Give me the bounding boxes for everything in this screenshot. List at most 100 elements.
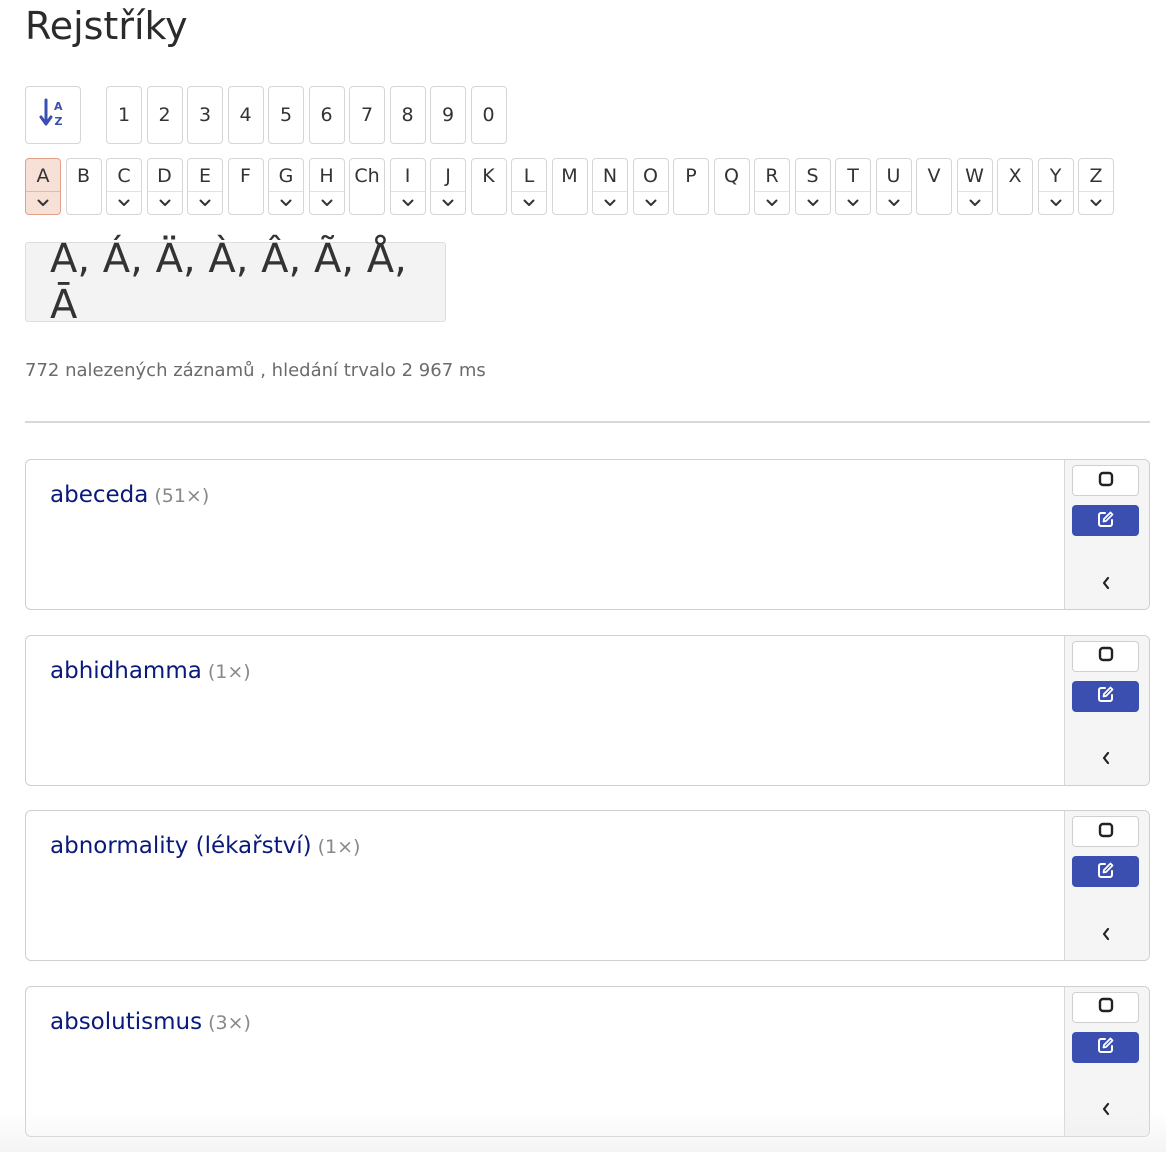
- chevron-down-icon[interactable]: [1079, 191, 1113, 214]
- letter-button-k[interactable]: K: [470, 158, 507, 215]
- letter-button-p[interactable]: P: [673, 158, 709, 215]
- results-summary: 772 nalezených záznamů , hledání trvalo …: [25, 360, 486, 381]
- chevron-down-icon[interactable]: [26, 191, 60, 214]
- chevron-down-icon[interactable]: [795, 191, 830, 214]
- entry-term[interactable]: abnormality (lékařství) (1×): [50, 833, 360, 859]
- sort-alpha-down-icon: A Z: [39, 97, 67, 133]
- entry-term-link[interactable]: abeceda: [50, 482, 148, 508]
- chevron-down-icon[interactable]: [147, 191, 182, 214]
- letter-label: N: [602, 165, 618, 187]
- chevron-down-icon[interactable]: [269, 191, 303, 214]
- divider: [25, 421, 1150, 423]
- entry-term[interactable]: abhidhamma (1×): [50, 658, 251, 684]
- letter-button-a[interactable]: A: [25, 158, 61, 215]
- letter-button-q[interactable]: Q: [713, 158, 750, 215]
- letter-button-u[interactable]: U: [875, 158, 912, 215]
- edit-button[interactable]: [1072, 1031, 1139, 1063]
- svg-text:A: A: [54, 100, 63, 113]
- chevron-down-icon[interactable]: [431, 191, 465, 214]
- digit-button-0[interactable]: 0: [470, 86, 507, 144]
- letter-button-d[interactable]: D: [146, 158, 183, 215]
- letter-label: S: [806, 165, 819, 187]
- digit-button-6[interactable]: 6: [308, 86, 345, 144]
- entry-term-link[interactable]: abhidhamma: [50, 658, 202, 684]
- select-button[interactable]: [1072, 991, 1139, 1023]
- entry-term[interactable]: abeceda (51×): [50, 482, 209, 508]
- letter-button-i[interactable]: I: [389, 158, 426, 215]
- entry-term[interactable]: absolutismus (3×): [50, 1009, 251, 1035]
- letter-button-g[interactable]: G: [268, 158, 304, 215]
- chevron-down-icon[interactable]: [188, 191, 222, 214]
- chevron-down-icon[interactable]: [512, 191, 546, 214]
- entry-actions: [1064, 811, 1149, 961]
- expand-button[interactable]: [1072, 744, 1139, 776]
- entry-term-link[interactable]: abnormality (lékařství): [50, 833, 312, 859]
- entry-body: absolutismus (3×): [26, 987, 1065, 1136]
- chevron-down-icon[interactable]: [1038, 191, 1073, 214]
- letter-variants: A, Á, Ä, À, Â, Ã, Å, Ā: [25, 236, 446, 328]
- digit-button-8[interactable]: 8: [389, 86, 426, 144]
- chevron-down-icon[interactable]: [836, 191, 870, 214]
- letter-button-l[interactable]: L: [511, 158, 547, 215]
- expand-button[interactable]: [1072, 568, 1139, 600]
- digit-button-3[interactable]: 3: [187, 86, 223, 144]
- edit-button[interactable]: [1072, 856, 1139, 888]
- digit-button-2[interactable]: 2: [146, 86, 183, 144]
- edit-button[interactable]: [1072, 505, 1139, 536]
- expand-button[interactable]: [1072, 1095, 1139, 1127]
- letter-button-c[interactable]: C: [106, 158, 142, 215]
- digit-button-7[interactable]: 7: [349, 86, 385, 144]
- edit-icon: [1097, 1036, 1115, 1058]
- chevron-down-icon[interactable]: [390, 191, 425, 214]
- letter-label: B: [76, 165, 91, 187]
- letter-button-t[interactable]: T: [835, 158, 871, 215]
- digit-button-1[interactable]: 1: [106, 86, 142, 144]
- letter-button-z[interactable]: Z: [1078, 158, 1114, 215]
- letter-label: M: [561, 165, 578, 187]
- chevron-down-icon[interactable]: [593, 191, 627, 214]
- letter-button-h[interactable]: H: [308, 158, 345, 215]
- entry-count: (1×): [207, 660, 251, 683]
- chevron-down-icon[interactable]: [107, 191, 141, 214]
- letter-button-n[interactable]: N: [592, 158, 628, 215]
- letter-button-e[interactable]: E: [187, 158, 223, 215]
- digit-button-5[interactable]: 5: [268, 86, 304, 144]
- letter-button-j[interactable]: J: [430, 158, 466, 215]
- select-button[interactable]: [1072, 816, 1139, 848]
- edit-button[interactable]: [1072, 680, 1139, 712]
- digit-button-9[interactable]: 9: [430, 86, 466, 144]
- entry-body: abhidhamma (1×): [26, 636, 1065, 785]
- expand-button[interactable]: [1072, 919, 1139, 951]
- letter-button-ch[interactable]: Ch: [349, 158, 385, 215]
- digit-button-4[interactable]: 4: [227, 86, 264, 144]
- letter-label: Y: [1049, 165, 1062, 187]
- entry-count: (1×): [317, 836, 361, 859]
- letter-button-s[interactable]: S: [794, 158, 831, 215]
- letter-button-m[interactable]: M: [551, 158, 588, 215]
- entry-count: (3×): [208, 1011, 251, 1034]
- chevron-down-icon[interactable]: [755, 191, 789, 214]
- letter-label: I: [404, 165, 411, 187]
- chevron-down-icon[interactable]: [876, 191, 911, 214]
- letter-button-w[interactable]: W: [956, 158, 993, 215]
- entry-actions: [1064, 635, 1149, 785]
- chevron-down-icon[interactable]: [309, 191, 344, 214]
- edit-icon: [1097, 510, 1115, 532]
- sort-button[interactable]: A Z: [25, 86, 81, 144]
- letter-button-o[interactable]: O: [632, 158, 669, 215]
- letter-button-x[interactable]: X: [997, 158, 1033, 215]
- chevron-down-icon[interactable]: [957, 191, 992, 214]
- digit-filter: 1234567890: [106, 86, 511, 144]
- select-button[interactable]: [1072, 465, 1139, 496]
- letter-button-y[interactable]: Y: [1037, 158, 1074, 215]
- select-button[interactable]: [1072, 640, 1139, 672]
- entry-term-link[interactable]: absolutismus: [50, 1009, 202, 1035]
- letter-button-b[interactable]: B: [65, 158, 102, 215]
- chevron-left-icon: [1101, 1101, 1111, 1120]
- letter-label: Q: [724, 165, 739, 187]
- letter-button-f[interactable]: F: [227, 158, 264, 215]
- letter-button-v[interactable]: V: [916, 158, 952, 215]
- chevron-down-icon[interactable]: [633, 191, 668, 214]
- letter-button-r[interactable]: R: [754, 158, 790, 215]
- entry-card: abeceda (51×): [25, 459, 1150, 610]
